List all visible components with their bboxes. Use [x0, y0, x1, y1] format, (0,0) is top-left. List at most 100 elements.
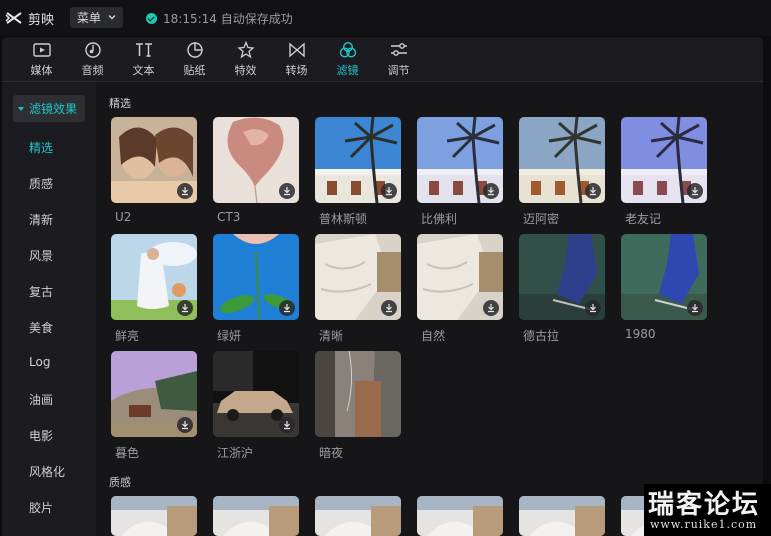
texture-filter-thumbnail[interactable] — [213, 496, 299, 536]
filter-thumbnail[interactable] — [315, 117, 401, 203]
sidebar-item-fresh[interactable]: 清新 — [29, 211, 53, 228]
download-button[interactable] — [279, 300, 295, 316]
texture-filter-thumbnail[interactable] — [417, 496, 503, 536]
menu-dropdown[interactable]: 菜单 — [70, 7, 123, 28]
filter-category-sidebar: 滤镜效果 精选 质感 清新 风景 复古 美食 Log 油画 电影 风格化 胶片 — [2, 82, 96, 536]
filter-preview-image — [315, 351, 401, 437]
filter-thumbnail[interactable] — [417, 117, 503, 203]
caret-down-icon — [18, 106, 24, 111]
filter-grid-area: 精选 U2 CT3 普林斯顿 比佛利 迈阿密 老友记 鲜亮 绿妍 清晰 自然 德古拉 1980 暮色 江浙… — [96, 82, 763, 536]
download-button[interactable] — [177, 417, 193, 433]
filter-thumbnail[interactable] — [111, 234, 197, 320]
tab-text[interactable]: 文本 — [118, 37, 169, 81]
download-button[interactable] — [483, 300, 499, 316]
sidebar-item-log[interactable]: Log — [29, 355, 50, 369]
tab-label: 特效 — [234, 64, 257, 77]
download-button[interactable] — [177, 183, 193, 199]
texture-filter-thumbnail[interactable] — [315, 496, 401, 536]
download-button[interactable] — [381, 300, 397, 316]
filter-thumbnail[interactable] — [213, 117, 299, 203]
filter-thumbnail[interactable] — [315, 351, 401, 437]
filter-thumbnail[interactable] — [519, 117, 605, 203]
resource-panel: 媒体 音频 文本 贴纸 特效 转场 滤镜 调节 滤镜效果 精选 质感 清新 风景… — [2, 37, 763, 536]
download-button[interactable] — [585, 300, 601, 316]
download-button[interactable] — [177, 300, 193, 316]
sidebar-header-filter-effects[interactable]: 滤镜效果 — [13, 95, 85, 122]
filter-thumbnail[interactable] — [519, 234, 605, 320]
sidebar-item-retro[interactable]: 复古 — [29, 283, 53, 300]
filter-thumbnail[interactable] — [621, 234, 707, 320]
title-bar: 剪映 菜单 18:15:14 自动保存成功 — [0, 0, 771, 36]
filter-label: 自然 — [421, 329, 446, 343]
tab-audio[interactable]: 音频 — [67, 37, 118, 81]
sidebar-item-texture[interactable]: 质感 — [29, 175, 53, 192]
watermark-sub: www.ruike1.com — [650, 518, 758, 531]
filter-label: 鲜亮 — [115, 329, 140, 343]
download-icon — [692, 187, 698, 196]
check-circle-icon — [146, 13, 157, 24]
sidebar-item-food[interactable]: 美食 — [29, 319, 53, 336]
adjust-icon — [390, 43, 407, 56]
transition-icon — [288, 42, 305, 58]
filter-label: 老友记 — [625, 212, 662, 226]
tab-adjust[interactable]: 调节 — [373, 37, 424, 81]
sidebar-item-stylized[interactable]: 风格化 — [29, 463, 65, 480]
text-icon — [135, 43, 152, 57]
download-button[interactable] — [279, 183, 295, 199]
tab-label: 贴纸 — [183, 64, 206, 77]
tab-effects[interactable]: 特效 — [220, 37, 271, 81]
filter-thumbnail[interactable] — [315, 234, 401, 320]
texture-preview-image — [519, 496, 605, 536]
tab-sticker[interactable]: 贴纸 — [169, 37, 220, 81]
sidebar-item-scenery[interactable]: 风景 — [29, 247, 53, 264]
filter-thumbnail[interactable] — [213, 234, 299, 320]
tab-label: 调节 — [387, 64, 410, 77]
section-title-texture: 质感 — [109, 476, 131, 489]
download-button[interactable] — [687, 183, 703, 199]
app-name: 剪映 — [28, 13, 55, 28]
filter-thumbnail[interactable] — [213, 351, 299, 437]
tab-label: 音频 — [81, 64, 104, 77]
sidebar-item-film[interactable]: 胶片 — [29, 499, 53, 516]
download-button[interactable] — [279, 417, 295, 433]
download-button[interactable] — [585, 183, 601, 199]
tab-label: 滤镜 — [336, 64, 359, 77]
download-icon — [488, 187, 494, 196]
autosave-status: 18:15:14 自动保存成功 — [146, 10, 293, 27]
sidebar-header-label: 滤镜效果 — [29, 102, 78, 116]
media-icon — [32, 43, 51, 57]
tab-filter[interactable]: 滤镜 — [322, 37, 373, 81]
tab-transition[interactable]: 转场 — [271, 37, 322, 81]
sidebar-item-featured[interactable]: 精选 — [29, 139, 53, 156]
tab-label: 文本 — [132, 64, 155, 77]
download-button[interactable] — [483, 183, 499, 199]
filter-label: U2 — [115, 210, 132, 224]
texture-filter-thumbnail[interactable] — [111, 496, 197, 536]
filter-thumbnail[interactable] — [111, 117, 197, 203]
filter-thumbnail[interactable] — [621, 117, 707, 203]
forum-watermark: 瑞客论坛 www.ruike1.com — [644, 484, 771, 536]
effects-icon — [236, 41, 255, 59]
section-title-featured: 精选 — [109, 97, 131, 110]
filter-label: CT3 — [217, 210, 241, 224]
texture-preview-image — [111, 496, 197, 536]
filter-label: 绿妍 — [217, 329, 242, 343]
sidebar-item-oil-painting[interactable]: 油画 — [29, 391, 53, 408]
sidebar-item-movie[interactable]: 电影 — [29, 427, 53, 444]
filter-thumbnail[interactable] — [417, 234, 503, 320]
filter-label: 1980 — [625, 327, 656, 341]
download-icon — [590, 187, 596, 196]
texture-filter-thumbnail[interactable] — [519, 496, 605, 536]
autosave-text: 18:15:14 自动保存成功 — [163, 12, 293, 26]
download-icon — [488, 304, 494, 313]
tab-media[interactable]: 媒体 — [16, 37, 67, 81]
download-button[interactable] — [381, 183, 397, 199]
watermark-main: 瑞客论坛 — [648, 490, 761, 520]
filter-thumbnail[interactable] — [111, 351, 197, 437]
download-button[interactable] — [687, 300, 703, 316]
filter-label: 迈阿密 — [523, 212, 560, 226]
filter-label: 暗夜 — [319, 446, 344, 460]
download-icon — [182, 421, 188, 430]
download-icon — [386, 187, 392, 196]
texture-preview-image — [315, 496, 401, 536]
